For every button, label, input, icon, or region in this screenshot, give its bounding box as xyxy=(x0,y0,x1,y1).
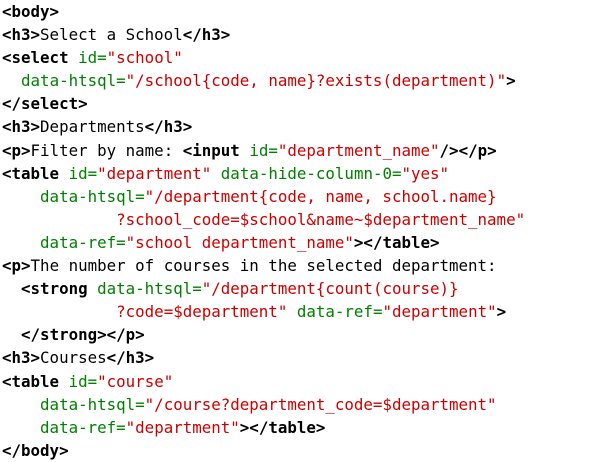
code-line: <h3>Select a School</h3> xyxy=(2,23,525,46)
code-token-attribute: data-hide-column-0= xyxy=(220,163,402,183)
code-line: <h3>Courses</h3> xyxy=(2,346,525,369)
code-token-tag: </h3> xyxy=(144,117,193,137)
code-token-value: "/department{count(course)} xyxy=(201,279,459,299)
code-line: </select> xyxy=(2,92,525,115)
code-token-tag: ></table> xyxy=(239,417,326,437)
code-line: </strong></p> xyxy=(2,323,525,346)
code-token-attribute: data-htsql= xyxy=(40,186,145,206)
code-line: data-ref="department"></table> xyxy=(2,416,525,439)
code-token-value: "yes" xyxy=(401,163,450,183)
code-token-tag: </h3> xyxy=(182,25,231,45)
code-token-text: Departments xyxy=(40,117,145,137)
code-token-tag: </body> xyxy=(2,440,69,460)
code-line: <p>Filter by name: <input id="department… xyxy=(2,139,525,162)
code-line: <select id="school" xyxy=(2,46,525,69)
code-token-value: ?school_code=$school&name~$department_na… xyxy=(116,209,526,229)
code-line: <table id="department" data-hide-column-… xyxy=(2,162,525,185)
code-token-tag: </strong></p> xyxy=(21,325,145,345)
code-token-attribute: data-ref= xyxy=(40,232,126,252)
code-line: <body> xyxy=(2,0,525,23)
code-token-value: "/school{code, name}?exists(department)" xyxy=(125,71,507,91)
code-line: <p>The number of courses in the selected… xyxy=(2,254,525,277)
code-token-text: Select a School xyxy=(40,25,183,45)
code-line: data-htsql="/department{code, name, scho… xyxy=(2,185,525,208)
code-line: <h3>Departments</h3> xyxy=(2,115,525,138)
code-token-tag: <p> xyxy=(2,140,31,160)
code-token-value: "department" xyxy=(382,302,497,322)
code-token-tag: <body> xyxy=(2,2,60,21)
code-token-text: Filter by name: xyxy=(30,140,183,160)
code-token-value: "department_name" xyxy=(277,140,440,160)
code-token-value: "/course?department_code=$department" xyxy=(144,394,497,414)
code-token-tag: <h3> xyxy=(2,117,41,137)
code-line: ?code=$department" data-ref="department"… xyxy=(2,300,525,323)
code-line: data-ref="school department_name"></tabl… xyxy=(2,231,525,254)
code-line: <table id="course" xyxy=(2,370,525,393)
code-token-tag: <p> xyxy=(2,256,31,276)
code-token-attribute: id= xyxy=(249,140,278,160)
code-token-tag: <h3> xyxy=(2,348,41,368)
code-line: ?school_code=$school&name~$department_na… xyxy=(2,208,525,231)
code-token-tag: <input xyxy=(182,140,240,160)
code-token-attribute: data-htsql= xyxy=(21,71,126,91)
code-token-attribute: id= xyxy=(78,48,107,68)
code-token-value: "department" xyxy=(97,163,212,183)
code-token-attribute: data-ref= xyxy=(40,417,126,437)
code-line: </body> xyxy=(2,439,525,462)
code-line: <strong data-htsql="/department{count(co… xyxy=(2,277,525,300)
code-token-attribute: data-htsql= xyxy=(40,394,145,414)
code-token-tag: <table xyxy=(2,371,60,391)
code-token-text: Courses xyxy=(40,348,107,368)
code-token-attribute: data-htsql= xyxy=(97,279,202,299)
code-token-attribute: data-ref= xyxy=(296,302,383,322)
code-token-attribute: id= xyxy=(68,371,98,391)
code-listing: <body> <h3>Select a School</h3> <select id… xyxy=(2,0,525,462)
code-token-value: "/department{code, name, school.name} xyxy=(144,186,497,206)
code-token-value: "course" xyxy=(97,371,174,391)
code-token-tag: <strong xyxy=(21,279,88,299)
code-token-text: The number of courses in the selected de… xyxy=(30,256,497,276)
code-token-tag: </select> xyxy=(2,94,88,114)
code-token-value: "department" xyxy=(125,417,240,437)
code-token-tag: ></table> xyxy=(353,232,440,252)
code-line: data-htsql="/school{code, name}?exists(d… xyxy=(2,69,525,92)
code-token-value: "school" xyxy=(106,48,183,68)
code-token-tag: <h3> xyxy=(2,25,41,45)
code-token-tag: </h3> xyxy=(106,348,155,368)
code-token-tag: > xyxy=(496,302,507,322)
code-token-value: "school department_name" xyxy=(125,232,354,252)
code-token-tag: > xyxy=(506,71,516,91)
code-token-tag: <select xyxy=(2,48,69,68)
code-token-tag: <table xyxy=(2,163,60,183)
code-line: data-htsql="/course?department_code=$dep… xyxy=(2,393,525,416)
code-token-value: ?code=$department" xyxy=(116,302,288,322)
code-token-tag: /></p> xyxy=(439,140,497,160)
code-token-attribute: id= xyxy=(68,163,98,183)
